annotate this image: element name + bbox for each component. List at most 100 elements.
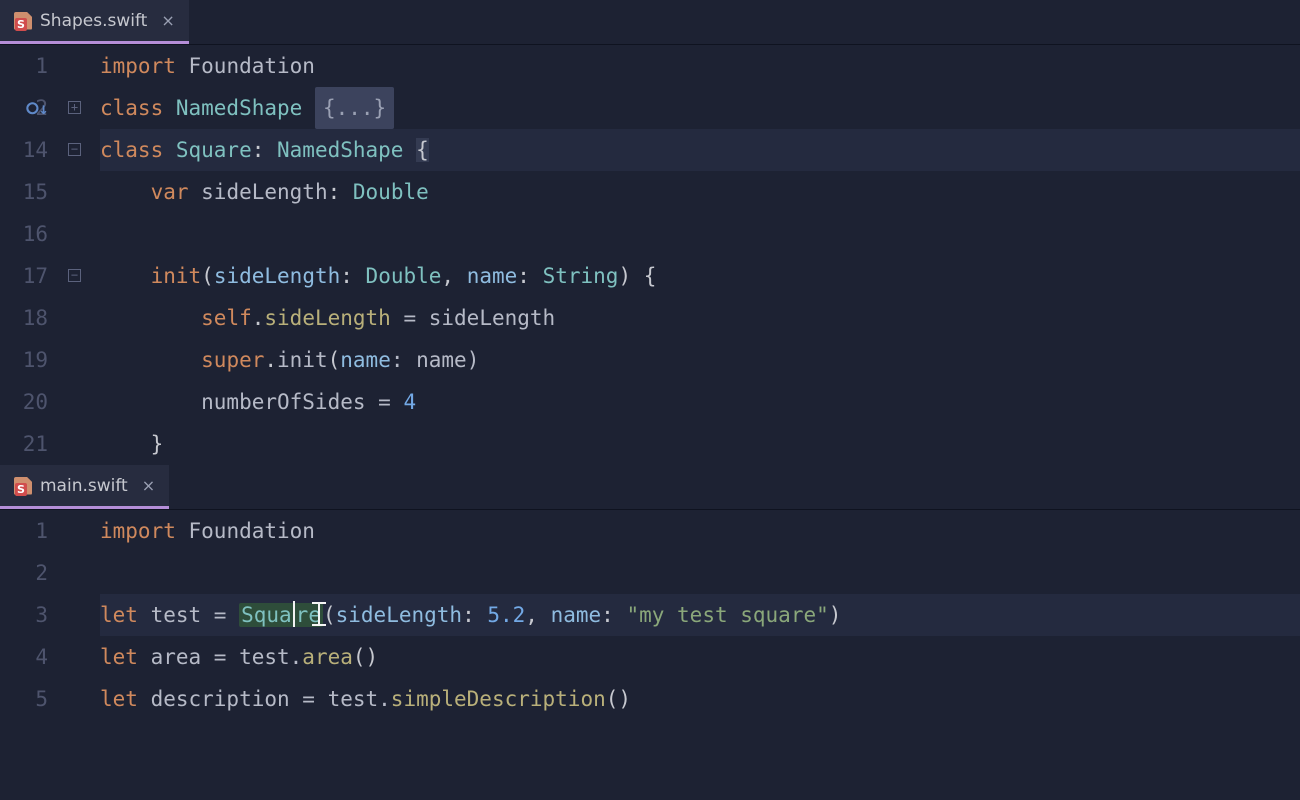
line-number: 1 [0, 45, 48, 87]
code-token: 5.2 [487, 603, 525, 627]
code-line[interactable]: class Square: NamedShape { [100, 129, 1300, 171]
code-line[interactable]: class NamedShape {...} [100, 87, 1300, 129]
code-token: class [100, 96, 176, 120]
code-line[interactable]: var sideLength: Double [100, 171, 1300, 213]
code-token: 4 [403, 390, 416, 414]
code-token: : [340, 264, 365, 288]
code-token: : [601, 603, 626, 627]
code-line[interactable]: import Foundation [100, 45, 1300, 87]
code-token [100, 561, 113, 585]
fold-collapse-icon[interactable]: − [68, 269, 81, 282]
fold-expand-icon[interactable]: + [68, 101, 81, 114]
code-token: area = test. [151, 645, 303, 669]
code-line[interactable] [100, 213, 1300, 255]
code-token: let [100, 687, 151, 711]
code-token: Double [366, 264, 442, 288]
code-line[interactable]: super.init(name: name) [100, 339, 1300, 381]
fold-collapse-icon[interactable]: − [68, 143, 81, 156]
code-line[interactable]: self.sideLength = sideLength [100, 297, 1300, 339]
code-editor[interactable]: 12345 import Foundation let test = Square… [0, 510, 1300, 720]
code-token [100, 222, 113, 246]
line-number: 16 [0, 213, 48, 255]
override-gutter-icon[interactable]: ⭘↓ [26, 99, 48, 119]
code-token [100, 348, 201, 372]
fold-gutter [58, 510, 100, 720]
code-token: : name) [391, 348, 480, 372]
code-token: NamedShape [176, 96, 315, 120]
code-token: ) [829, 603, 842, 627]
code-token: let [100, 603, 151, 627]
code-token [100, 264, 151, 288]
code-token: {...} [315, 87, 394, 129]
code-token: sideLength [336, 603, 462, 627]
tab-bar: main.swift × [0, 465, 1300, 510]
code-token: ( [201, 264, 214, 288]
line-number: 3 [0, 594, 48, 636]
code-token: Square [176, 138, 252, 162]
file-tab-label: main.swift [40, 476, 128, 496]
line-number: 21 [0, 423, 48, 465]
line-number: 5 [0, 678, 48, 720]
fold-gutter: ⭘↓+−− [58, 45, 100, 465]
code-token: ( [323, 603, 336, 627]
code-token: String [543, 264, 619, 288]
code-token: NamedShape [277, 138, 416, 162]
code-token: } [100, 432, 163, 456]
line-number-gutter: 12345 [0, 510, 58, 720]
code-token: var [151, 180, 202, 204]
code-token: super [201, 348, 264, 372]
code-token: import [100, 54, 189, 78]
code-token: simpleDescription [391, 687, 606, 711]
code-line[interactable] [100, 552, 1300, 594]
close-icon[interactable]: × [161, 11, 174, 30]
code-line[interactable]: } [100, 423, 1300, 465]
editor-pane: main.swift × 12345 import Foundation let te… [0, 465, 1300, 720]
line-number: 15 [0, 171, 48, 213]
code-token: Double [353, 180, 429, 204]
code-token: description = test. [151, 687, 391, 711]
swift-file-icon [14, 12, 32, 30]
code-area[interactable]: import Foundationclass NamedShape {...}c… [100, 45, 1300, 465]
code-line[interactable]: init(sideLength: Double, name: String) { [100, 255, 1300, 297]
code-line[interactable]: numberOfSides = 4 [100, 381, 1300, 423]
line-number: 1 [0, 510, 48, 552]
line-number: 4 [0, 636, 48, 678]
code-token: test = [151, 603, 240, 627]
code-token: import [100, 519, 189, 543]
code-token: area [302, 645, 353, 669]
tab-bar: Shapes.swift × [0, 0, 1300, 45]
line-number: 19 [0, 339, 48, 381]
code-token: sideLength [264, 306, 390, 330]
code-token: : [252, 138, 277, 162]
line-number: 17 [0, 255, 48, 297]
file-tab[interactable]: Shapes.swift × [0, 0, 189, 44]
code-token: : [328, 180, 353, 204]
file-tab[interactable]: main.swift × [0, 465, 169, 509]
code-token: . [264, 348, 277, 372]
code-token: () [353, 645, 378, 669]
code-line[interactable]: let description = test.simpleDescription… [100, 678, 1300, 720]
code-token [100, 306, 201, 330]
code-token: init [151, 264, 202, 288]
file-tab-label: Shapes.swift [40, 11, 147, 31]
code-line[interactable]: import Foundation [100, 510, 1300, 552]
code-token: sideLength [214, 264, 340, 288]
code-editor[interactable]: 121415161718192021⭘↓+−−import Foundation… [0, 45, 1300, 465]
line-number: 14 [0, 129, 48, 171]
code-token: self [201, 306, 252, 330]
code-token: Foundation [189, 519, 315, 543]
code-token: { [416, 138, 429, 162]
code-token: Square [239, 603, 323, 627]
close-icon[interactable]: × [142, 476, 155, 495]
swift-file-icon [14, 477, 32, 495]
code-token: Foundation [189, 54, 315, 78]
code-line[interactable]: let test = Square(sideLength: 5.2, name:… [100, 594, 1300, 636]
code-area[interactable]: import Foundation let test = Square(side… [100, 510, 1300, 720]
code-token: ) { [618, 264, 656, 288]
code-line[interactable]: let area = test.area() [100, 636, 1300, 678]
code-token: "my test square" [626, 603, 828, 627]
code-token: numberOfSides = [100, 390, 403, 414]
editor-pane: Shapes.swift×121415161718192021⭘↓+−−impo… [0, 0, 1300, 465]
code-token: ( [328, 348, 341, 372]
code-token: () [606, 687, 631, 711]
